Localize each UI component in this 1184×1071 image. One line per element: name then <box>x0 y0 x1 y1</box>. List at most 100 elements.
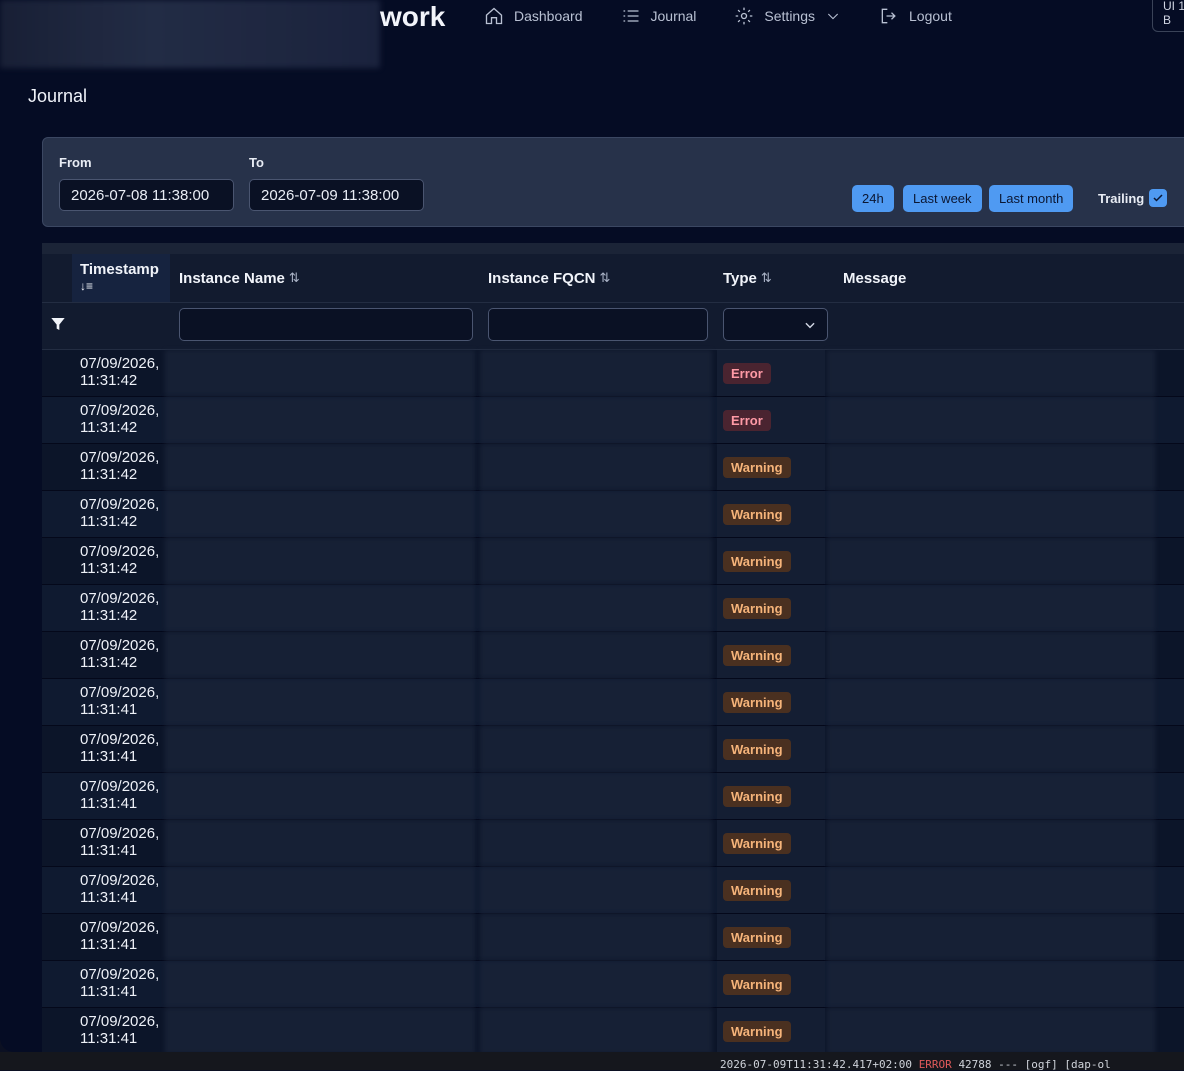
message-cell-redacted <box>827 491 1155 537</box>
table-row[interactable]: 07/09/2026, 11:31:42 Warning <box>42 632 1184 679</box>
top-nav: Dashboard Journal Settings Logout <box>484 4 990 28</box>
table-row[interactable]: 07/09/2026, 11:31:41 Warning <box>42 679 1184 726</box>
to-label: To <box>249 155 264 170</box>
date-filter-panel: From To 24h Last week Last month Trailin… <box>42 137 1184 227</box>
timestamp-cell: 07/09/2026, 11:31:41 <box>80 919 160 953</box>
nav-dashboard-label: Dashboard <box>514 8 583 24</box>
nav-logout[interactable]: Logout <box>879 4 952 28</box>
terminal-rest: 42788 --- [ogf] [dap-ol <box>958 1058 1111 1071</box>
instance-name-cell-redacted <box>165 726 475 772</box>
table-row[interactable]: 07/09/2026, 11:31:42 Warning <box>42 585 1184 632</box>
trailing-checkbox[interactable] <box>1149 189 1167 207</box>
type-badge: Warning <box>723 504 791 525</box>
instance-name-cell-redacted <box>165 867 475 913</box>
instance-fqcn-cell-redacted <box>480 820 712 866</box>
message-cell-redacted <box>827 914 1155 960</box>
instance-fqcn-cell-redacted <box>480 1008 712 1052</box>
page-title: Journal <box>28 86 88 106</box>
nav-dashboard[interactable]: Dashboard <box>484 4 583 28</box>
filter-icon[interactable] <box>50 316 66 332</box>
timestamp-cell: 07/09/2026, 11:31:42 <box>80 590 160 624</box>
instance-fqcn-cell-redacted <box>480 726 712 772</box>
table-row[interactable]: 07/09/2026, 11:31:41 Warning <box>42 867 1184 914</box>
table-row[interactable]: 07/09/2026, 11:31:42 Warning <box>42 444 1184 491</box>
instance-fqcn-cell-redacted <box>480 444 712 490</box>
timestamp-cell: 07/09/2026, 11:31:41 <box>80 872 160 906</box>
column-header-type-label: Type <box>723 269 757 287</box>
journal-table: Timestamp ↓≡ Instance Name ⇅ Instance FQC… <box>42 243 1184 1052</box>
timestamp-cell: 07/09/2026, 11:31:42 <box>80 449 160 483</box>
message-cell-redacted <box>827 397 1155 443</box>
type-filter-select[interactable] <box>723 308 828 341</box>
table-row[interactable]: 07/09/2026, 11:31:42 Warning <box>42 491 1184 538</box>
column-header-instance-fqcn[interactable]: Instance FQCN ⇅ <box>488 254 610 302</box>
column-header-timestamp[interactable]: Timestamp ↓≡ <box>72 254 170 302</box>
gear-icon <box>736 7 753 25</box>
column-header-type[interactable]: Type ⇅ <box>723 254 772 302</box>
message-cell-redacted <box>827 632 1155 678</box>
table-row[interactable]: 07/09/2026, 11:31:41 Warning <box>42 773 1184 820</box>
logout-icon <box>881 8 896 24</box>
type-badge: Warning <box>723 739 791 760</box>
timestamp-cell: 07/09/2026, 11:31:41 <box>80 825 160 859</box>
type-badge: Warning <box>723 833 791 854</box>
from-date-input[interactable] <box>59 179 234 211</box>
timestamp-cell: 07/09/2026, 11:31:42 <box>80 402 160 436</box>
table-row[interactable]: 07/09/2026, 11:31:41 Warning <box>42 820 1184 867</box>
column-filter-row <box>42 303 1184 350</box>
table-row[interactable]: 07/09/2026, 11:31:41 Warning <box>42 914 1184 961</box>
timestamp-cell: 07/09/2026, 11:31:42 <box>80 355 160 389</box>
table-row[interactable]: 07/09/2026, 11:31:41 Warning <box>42 726 1184 773</box>
table-row[interactable]: 07/09/2026, 11:31:42 Error <box>42 397 1184 444</box>
type-badge: Warning <box>723 551 791 572</box>
column-header-instance-name[interactable]: Instance Name ⇅ <box>179 254 300 302</box>
instance-fqcn-cell-redacted <box>480 491 712 537</box>
message-cell-redacted <box>827 773 1155 819</box>
message-cell-redacted <box>827 585 1155 631</box>
instance-name-filter-input[interactable] <box>179 308 473 341</box>
instance-name-cell-redacted <box>165 773 475 819</box>
instance-fqcn-cell-redacted <box>480 679 712 725</box>
message-cell-redacted <box>827 820 1155 866</box>
chevron-down-icon <box>827 13 839 20</box>
table-row[interactable]: 07/09/2026, 11:31:41 Warning <box>42 961 1184 1008</box>
sort-descending-icon: ↓≡ <box>80 279 94 293</box>
list-icon <box>623 10 638 22</box>
instance-fqcn-filter-input[interactable] <box>488 308 708 341</box>
timestamp-cell: 07/09/2026, 11:31:41 <box>80 731 160 765</box>
brand-name: work <box>380 1 446 32</box>
nav-settings[interactable]: Settings <box>734 4 841 28</box>
table-body: 07/09/2026, 11:31:42 Error 07/09/2026, 11:… <box>42 350 1184 1052</box>
version-badge: UI 1. B <box>1152 0 1184 32</box>
table-row[interactable]: 07/09/2026, 11:31:41 Warning <box>42 1008 1184 1052</box>
timestamp-cell: 07/09/2026, 11:31:42 <box>80 543 160 577</box>
instance-name-cell-redacted <box>165 632 475 678</box>
instance-name-cell-redacted <box>165 350 475 396</box>
sort-icon: ⇅ <box>599 270 611 285</box>
to-date-input[interactable] <box>249 179 424 211</box>
nav-journal[interactable]: Journal <box>621 4 697 28</box>
nav-logout-label: Logout <box>909 8 952 24</box>
instance-fqcn-cell-redacted <box>480 914 712 960</box>
table-row[interactable]: 07/09/2026, 11:31:42 Warning <box>42 538 1184 585</box>
type-badge: Warning <box>723 598 791 619</box>
instance-name-cell-redacted <box>165 679 475 725</box>
column-header-timestamp-label: Timestamp <box>80 261 159 278</box>
instance-fqcn-cell-redacted <box>480 961 712 1007</box>
type-badge: Error <box>723 363 771 384</box>
chevron-down-icon <box>805 322 815 329</box>
instance-name-cell-redacted <box>165 538 475 584</box>
quick-last-month-button[interactable]: Last month <box>989 185 1074 212</box>
nav-journal-label: Journal <box>650 8 697 24</box>
timestamp-cell: 07/09/2026, 11:31:42 <box>80 496 160 530</box>
column-header-instance-name-label: Instance Name <box>179 269 285 287</box>
instance-name-cell-redacted <box>165 961 475 1007</box>
table-row[interactable]: 07/09/2026, 11:31:42 Error <box>42 350 1184 397</box>
terminal-timestamp: 2026-07-09T11:31:42.417+02:00 <box>720 1058 913 1071</box>
sort-icon: ⇅ <box>760 270 772 285</box>
quick-24h-button[interactable]: 24h <box>852 185 894 212</box>
app-window: work Dashboard Journal Settings Logout U… <box>0 0 1184 1052</box>
table-header: Timestamp ↓≡ Instance Name ⇅ Instance FQC… <box>42 254 1184 303</box>
terminal-level: ERROR <box>918 1058 952 1071</box>
quick-last-week-button[interactable]: Last week <box>903 185 982 212</box>
